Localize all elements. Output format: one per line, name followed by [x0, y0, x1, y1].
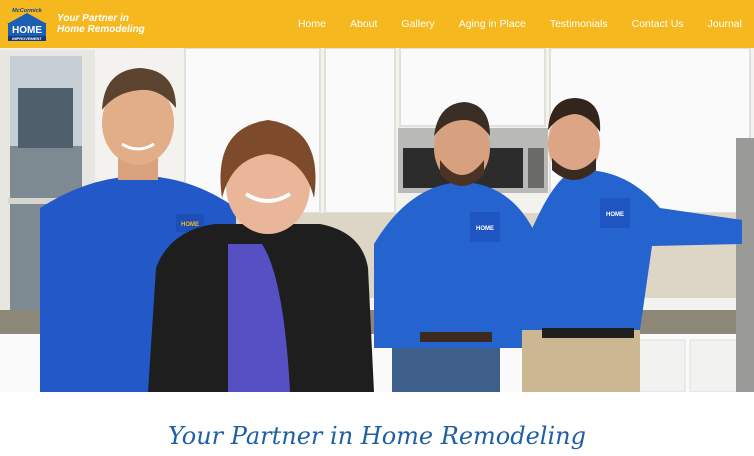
logo-main-text: HOME: [12, 25, 42, 36]
nav-contact-us[interactable]: Contact Us: [632, 18, 684, 30]
logo-top-text: McCormick: [12, 8, 43, 14]
nav-home[interactable]: Home: [298, 18, 326, 30]
company-logo[interactable]: McCormick HOME IMPROVEMENT: [4, 6, 50, 42]
nav-gallery[interactable]: Gallery: [401, 18, 434, 30]
shirt-badge-center: HOME: [476, 226, 494, 232]
shirt-badge-left: HOME: [181, 222, 199, 228]
page-heading: Your Partner in Home Remodeling: [168, 422, 586, 450]
logo-sub-text: IMPROVEMENT: [12, 36, 42, 41]
site-header: McCormick HOME IMPROVEMENT Your Partner …: [0, 0, 754, 48]
header-tagline: Your Partner in Home Remodeling: [57, 13, 145, 35]
tagline-line-2: Home Remodeling: [57, 24, 145, 35]
team-photo-illustration: HOME HOME HOME: [0, 48, 754, 392]
main-navigation: Home About Gallery Aging in Place Testim…: [298, 0, 754, 48]
hero-team-photo: HOME HOME HOME: [0, 48, 754, 392]
nav-about[interactable]: About: [350, 18, 377, 30]
nav-journal[interactable]: Journal: [708, 18, 742, 30]
shirt-badge-right: HOME: [606, 212, 624, 218]
nav-testimonials[interactable]: Testimonials: [550, 18, 608, 30]
tagline-line-1: Your Partner in: [57, 13, 129, 24]
nav-aging-in-place[interactable]: Aging in Place: [459, 18, 526, 30]
